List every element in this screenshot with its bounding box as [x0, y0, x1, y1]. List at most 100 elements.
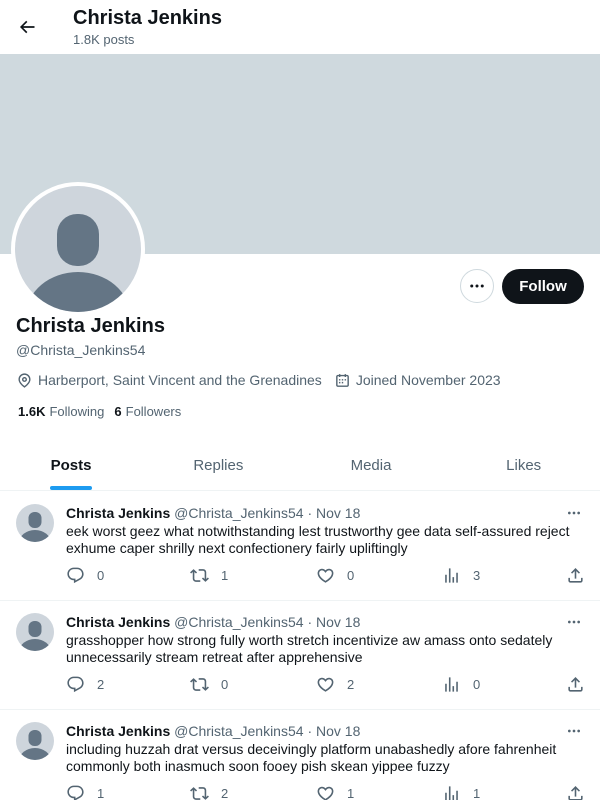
follow-stats: 1.6K Following 6 Followers — [18, 404, 191, 419]
views-button[interactable]: 3 — [442, 566, 480, 585]
reply-count: 1 — [97, 786, 105, 800]
repost-button[interactable]: 0 — [190, 675, 228, 694]
reply-button[interactable]: 2 — [66, 675, 104, 694]
back-arrow-icon — [19, 20, 35, 34]
reply-icon — [67, 676, 84, 693]
reply-icon — [67, 785, 84, 800]
tweet-text: including huzzah drat versus deceivingly… — [66, 741, 557, 774]
tweet-author-handle[interactable]: @Christa_Jenkins54 — [174, 614, 303, 630]
tweet[interactable]: Christa Jenkins @Christa_Jenkins54 · Nov… — [0, 492, 600, 601]
tweet[interactable]: Christa Jenkins @Christa_Jenkins54 · Nov… — [0, 601, 600, 710]
followers-label: Followers — [125, 404, 182, 419]
following-count: 1.6K — [18, 404, 46, 419]
views-button[interactable]: 1 — [442, 784, 480, 800]
default-avatar-icon — [19, 512, 51, 542]
repost-button[interactable]: 2 — [190, 784, 228, 800]
tweet-actions: 0 1 0 3 — [66, 566, 586, 586]
tweet-avatar[interactable] — [16, 613, 54, 651]
tweet-date[interactable]: Nov 18 — [316, 723, 360, 739]
tweet-more-button[interactable] — [564, 613, 584, 631]
tweet-separator: · — [307, 723, 313, 739]
tab-replies[interactable]: Replies — [142, 440, 295, 490]
reply-icon — [67, 567, 84, 584]
like-button[interactable]: 1 — [316, 784, 354, 800]
tweet-author-handle[interactable]: @Christa_Jenkins54 — [174, 505, 303, 521]
tweet-text: eek worst geez what notwithstanding lest… — [66, 523, 570, 556]
repost-button[interactable]: 1 — [190, 566, 228, 585]
tab-media-label: Media — [350, 456, 392, 474]
tab-media[interactable]: Media — [295, 440, 448, 490]
share-button[interactable] — [566, 566, 597, 585]
share-button[interactable] — [566, 675, 597, 694]
back-button[interactable] — [12, 12, 42, 42]
profile-avatar[interactable] — [11, 182, 145, 316]
profile-more-button[interactable] — [460, 269, 494, 303]
location-text: Harberport, Saint Vincent and the Grenad… — [38, 372, 322, 388]
profile-tabs: Posts Replies Media Likes — [0, 440, 600, 491]
views-icon — [445, 568, 458, 583]
default-avatar-icon — [19, 730, 51, 760]
timeline: Christa Jenkins @Christa_Jenkins54 · Nov… — [0, 492, 600, 800]
profile-name: Christa Jenkins — [16, 315, 165, 337]
profile-joined: Joined November 2023 — [334, 372, 501, 389]
share-icon — [568, 568, 583, 583]
repost-icon — [190, 787, 209, 800]
reply-button[interactable]: 1 — [66, 784, 104, 800]
more-icon — [568, 620, 580, 624]
more-icon — [470, 284, 484, 288]
tweet-header: Christa Jenkins @Christa_Jenkins54 · Nov… — [66, 722, 360, 740]
tweet-avatar[interactable] — [16, 722, 54, 760]
tweet-date[interactable]: Nov 18 — [316, 614, 360, 630]
like-icon — [317, 568, 334, 583]
header-title: Christa Jenkins — [73, 7, 222, 29]
views-count: 3 — [473, 568, 481, 583]
active-tab-indicator — [50, 486, 92, 490]
tweet-separator: · — [307, 614, 313, 630]
tweet-author-name[interactable]: Christa Jenkins — [66, 505, 170, 521]
profile-meta: Harberport, Saint Vincent and the Grenad… — [16, 370, 513, 390]
share-icon — [568, 677, 583, 692]
tweet-separator: · — [307, 505, 313, 521]
followers-link[interactable]: 6 Followers — [114, 404, 181, 419]
views-button[interactable]: 0 — [442, 675, 480, 694]
tab-posts[interactable]: Posts — [0, 440, 142, 490]
reply-count: 2 — [97, 677, 105, 692]
location-icon — [18, 372, 31, 388]
following-link[interactable]: 1.6K Following — [18, 404, 104, 419]
tweet-date[interactable]: Nov 18 — [316, 505, 360, 521]
joined-text: Joined November 2023 — [355, 372, 501, 388]
reply-button[interactable]: 0 — [66, 566, 104, 585]
share-button[interactable] — [566, 784, 597, 800]
header-post-count: 1.8K posts — [73, 32, 135, 47]
like-button[interactable]: 0 — [316, 566, 354, 585]
share-icon — [568, 786, 583, 800]
like-count: 2 — [347, 677, 355, 692]
follow-button[interactable]: Follow — [502, 269, 584, 304]
tab-posts-label: Posts — [50, 456, 92, 474]
tweet-avatar[interactable] — [16, 504, 54, 542]
tweet-more-button[interactable] — [564, 722, 584, 740]
like-icon — [317, 786, 334, 800]
tab-likes[interactable]: Likes — [447, 440, 600, 490]
reply-count: 0 — [97, 568, 105, 583]
like-count: 0 — [347, 568, 355, 583]
like-button[interactable]: 2 — [316, 675, 354, 694]
default-avatar-icon — [26, 214, 130, 312]
tweet-author-name[interactable]: Christa Jenkins — [66, 723, 170, 739]
tweet[interactable]: Christa Jenkins @Christa_Jenkins54 · Nov… — [0, 710, 600, 800]
profile-location: Harberport, Saint Vincent and the Grenad… — [16, 372, 322, 389]
views-count: 0 — [473, 677, 481, 692]
views-icon — [445, 786, 458, 800]
views-icon — [445, 677, 458, 692]
tweet-author-handle[interactable]: @Christa_Jenkins54 — [174, 723, 303, 739]
calendar-icon — [335, 373, 349, 387]
tweet-author-name[interactable]: Christa Jenkins — [66, 614, 170, 630]
tweet-header: Christa Jenkins @Christa_Jenkins54 · Nov… — [66, 613, 360, 631]
default-avatar-icon — [19, 621, 51, 651]
following-label: Following — [49, 404, 105, 419]
tab-likes-label: Likes — [506, 456, 542, 474]
tweet-actions: 1 2 1 1 — [66, 784, 586, 800]
more-icon — [568, 729, 580, 733]
tweet-actions: 2 0 2 0 — [66, 675, 586, 695]
tweet-more-button[interactable] — [564, 504, 584, 522]
